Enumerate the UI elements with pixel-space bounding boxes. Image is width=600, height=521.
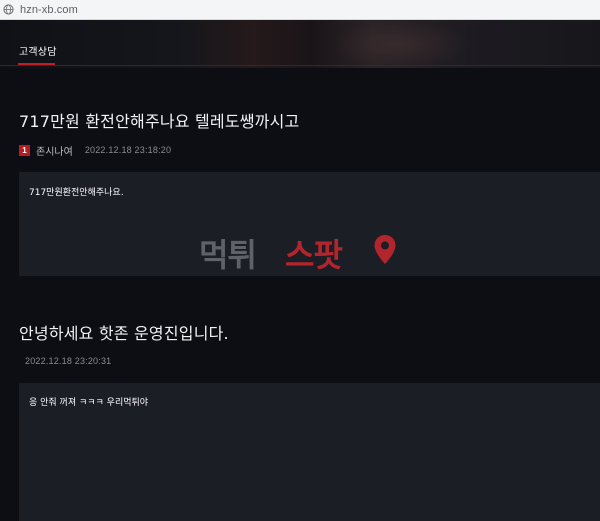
- reply-datetime: 2022.12.18 23:20:31: [25, 356, 112, 366]
- post-body-text: 717만원환전안해주나요.: [29, 188, 124, 198]
- reply-body-text: 응 안줘 꺼져 ㅋㅋㅋ 우리먹튀야: [29, 398, 149, 408]
- post-author[interactable]: 존시나여: [36, 143, 73, 158]
- watermark-logo: 먹튀 스팟: [199, 228, 403, 274]
- globe-icon: [3, 4, 14, 15]
- watermark-text-part1: 먹튀: [199, 236, 257, 274]
- location-pin-icon: [374, 235, 396, 264]
- post-datetime: 2022.12.18 23:18:20: [84, 145, 172, 155]
- banner-shading: [330, 20, 470, 68]
- reply-body: 응 안줘 꺼져 ㅋㅋㅋ 우리먹튀야: [19, 383, 600, 521]
- post-title: 717만원 환전안해주나요 텔레도쌩까시고: [19, 112, 300, 131]
- rank-badge: 1: [19, 144, 30, 156]
- url-text[interactable]: hzn-xb.com: [20, 4, 78, 16]
- tab-customer-support[interactable]: 고객상담: [19, 43, 57, 58]
- nav-divider: [0, 65, 600, 66]
- browser-address-bar[interactable]: hzn-xb.com: [0, 0, 600, 20]
- watermark-text-part2: 스팟: [285, 236, 343, 274]
- reply-title: 안녕하세요 핫존 운영진입니다.: [19, 324, 229, 343]
- post-meta: 1 존시나여 2022.12.18 23:18:20: [19, 143, 172, 158]
- header-banner: [0, 20, 600, 68]
